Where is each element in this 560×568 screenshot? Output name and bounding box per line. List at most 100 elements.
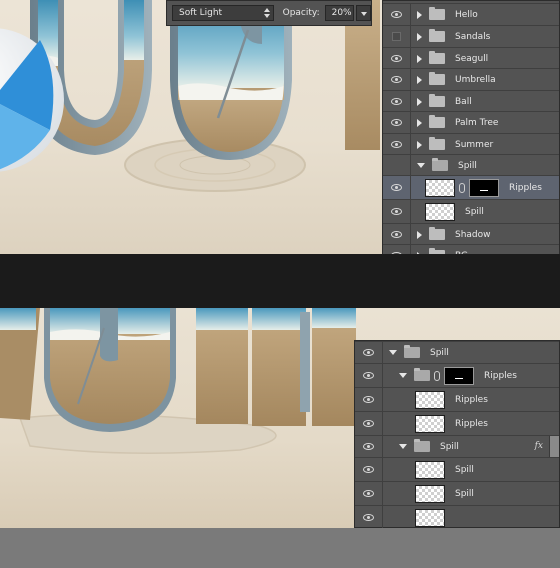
expand-arrow-icon[interactable] xyxy=(417,75,422,84)
layer-mask-thumbnail[interactable] xyxy=(469,178,499,197)
opacity-label: Opacity: xyxy=(282,8,320,18)
layer-name: Summer xyxy=(455,139,494,150)
dark-separator xyxy=(0,254,560,308)
visibility-toggle[interactable] xyxy=(383,91,411,112)
folder-open-icon xyxy=(404,345,420,358)
layer-thumbnail xyxy=(415,390,445,409)
layer-effects-fx-icon[interactable]: fx xyxy=(535,441,543,451)
visibility-toggle[interactable] xyxy=(383,112,411,133)
layer-row-umbrella[interactable]: Umbrella xyxy=(383,68,559,90)
visibility-toggle[interactable] xyxy=(355,506,383,529)
gray-bottom-area xyxy=(0,528,560,568)
layer-row-spill-subgroup[interactable]: Spill fx xyxy=(355,435,559,457)
layer-name: Seagull xyxy=(455,53,489,64)
layer-thumbnail xyxy=(415,508,445,527)
expand-arrow-icon[interactable] xyxy=(417,118,422,127)
group-mask-thumbnail[interactable] xyxy=(444,366,474,385)
layer-name: Ripples xyxy=(455,418,488,429)
layer-row-partial[interactable] xyxy=(355,505,559,529)
visibility-toggle[interactable] xyxy=(383,200,411,223)
eye-icon xyxy=(391,184,402,191)
visibility-toggle[interactable] xyxy=(355,388,383,411)
layer-row-seagull[interactable]: Seagull xyxy=(383,47,559,69)
eye-icon xyxy=(363,466,374,473)
layer-thumbnail xyxy=(415,414,445,433)
screenshot-composite: Soft Light Opacity: 20% Hello Sandals Se… xyxy=(0,0,560,568)
folder-open-icon xyxy=(414,439,430,452)
visibility-toggle[interactable] xyxy=(355,458,383,481)
hidden-box-icon xyxy=(392,32,401,41)
layer-row-spill-layer[interactable]: Spill xyxy=(383,199,559,223)
opacity-input[interactable]: 20% xyxy=(324,5,354,21)
layer-row-ball[interactable]: Ball xyxy=(383,90,559,112)
layer-row-spill-group-root[interactable]: Spill xyxy=(355,341,559,363)
layer-row-spill-2[interactable]: Spill xyxy=(355,481,559,505)
expand-arrow-icon[interactable] xyxy=(417,10,422,19)
layer-row-sandals[interactable]: Sandals xyxy=(383,25,559,47)
blend-mode-select[interactable]: Soft Light xyxy=(172,5,274,21)
layer-row-palm-tree[interactable]: Palm Tree xyxy=(383,111,559,133)
expand-arrow-icon[interactable] xyxy=(417,140,422,149)
layer-row-ripples[interactable]: Ripples xyxy=(383,175,559,199)
visibility-toggle[interactable] xyxy=(383,48,411,69)
layer-row-ripples-2[interactable]: Ripples xyxy=(355,411,559,435)
layer-name: Hello xyxy=(455,9,478,20)
layer-row-hello[interactable]: Hello xyxy=(383,3,559,25)
layer-row-ripples-1[interactable]: Ripples xyxy=(355,387,559,411)
visibility-toggle[interactable] xyxy=(355,364,383,387)
collapse-arrow-icon[interactable] xyxy=(399,444,407,449)
folder-icon xyxy=(429,115,445,128)
folder-open-icon xyxy=(414,368,430,381)
expand-arrow-icon[interactable] xyxy=(417,54,422,63)
collapse-arrow-icon[interactable] xyxy=(399,373,407,378)
layer-name: Spill xyxy=(430,347,449,358)
expand-arrow-icon[interactable] xyxy=(417,97,422,106)
visibility-toggle[interactable] xyxy=(355,412,383,435)
link-chain-icon[interactable] xyxy=(459,182,465,193)
eye-icon xyxy=(363,490,374,497)
visibility-toggle[interactable] xyxy=(383,4,411,25)
visibility-toggle[interactable] xyxy=(383,155,411,176)
layer-row-summer[interactable]: Summer xyxy=(383,133,559,155)
collapse-arrow-icon[interactable] xyxy=(417,163,425,168)
layer-name: Spill xyxy=(440,441,459,452)
visibility-toggle[interactable] xyxy=(383,176,411,199)
layers-panel-top: Hello Sandals Seagull Umbrella Ball Palm… xyxy=(382,0,560,266)
folder-icon xyxy=(429,137,445,150)
eye-icon xyxy=(391,119,402,126)
layer-name: Shadow xyxy=(455,229,491,240)
opacity-slider-button[interactable] xyxy=(355,5,371,21)
visibility-toggle[interactable] xyxy=(383,69,411,90)
scrollbar-handle[interactable] xyxy=(549,436,559,457)
visibility-toggle[interactable] xyxy=(355,342,383,363)
visibility-toggle[interactable] xyxy=(383,224,411,245)
link-chain-icon[interactable] xyxy=(434,370,440,381)
layer-row-shadow[interactable]: Shadow xyxy=(383,223,559,245)
layer-name: Umbrella xyxy=(455,74,496,85)
layer-name: Ripples xyxy=(455,394,488,405)
eye-icon xyxy=(391,208,402,215)
eye-icon xyxy=(391,76,402,83)
eye-icon xyxy=(363,443,374,450)
layer-row-spill-1[interactable]: Spill xyxy=(355,457,559,481)
layer-thumbnail xyxy=(425,202,455,221)
eye-icon xyxy=(363,514,374,521)
layer-row-ripples-group[interactable]: Ripples xyxy=(355,363,559,387)
visibility-toggle[interactable] xyxy=(355,436,383,457)
eye-icon xyxy=(363,372,374,379)
layer-name: Ball xyxy=(455,96,472,107)
layer-row-spill-group[interactable]: Spill xyxy=(383,154,559,176)
expand-arrow-icon[interactable] xyxy=(417,32,422,41)
expand-arrow-icon[interactable] xyxy=(417,230,422,239)
collapse-arrow-icon[interactable] xyxy=(389,350,397,355)
eye-icon xyxy=(363,420,374,427)
layer-thumbnail xyxy=(415,460,445,479)
eye-icon xyxy=(363,349,374,356)
visibility-toggle[interactable] xyxy=(383,134,411,155)
visibility-toggle[interactable] xyxy=(355,482,383,505)
eye-icon xyxy=(391,11,402,18)
visibility-toggle[interactable] xyxy=(383,26,411,47)
eye-icon xyxy=(391,55,402,62)
layers-panel-bottom: Spill Ripples Ripples Ripples Spill fx S… xyxy=(354,340,560,529)
eye-icon xyxy=(363,396,374,403)
